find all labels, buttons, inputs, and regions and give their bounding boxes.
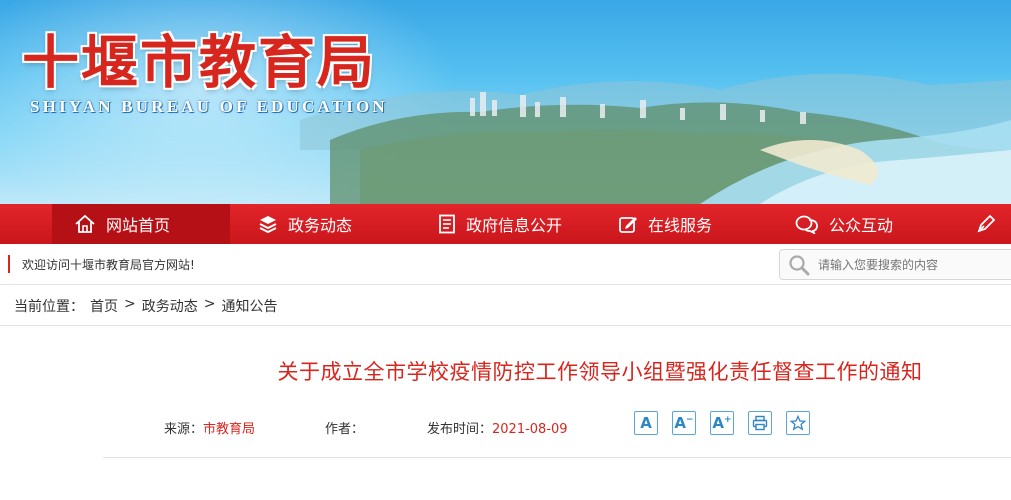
nav-item-news[interactable]: 政务动态: [258, 204, 352, 244]
date-label: 发布时间：: [427, 422, 493, 437]
favorite-button[interactable]: [786, 411, 810, 435]
article-toolbar: A A− A+: [634, 411, 810, 435]
breadcrumb-notice-link[interactable]: 通知公告: [221, 296, 277, 316]
source-label: 来源：: [164, 422, 204, 437]
nav-item-info-open[interactable]: 政府信息公开: [438, 204, 562, 244]
nav-item-label: 政务动态: [288, 216, 353, 235]
breadcrumb-separator: >: [203, 296, 216, 312]
layers-icon: [259, 216, 277, 234]
favorite-star-icon: [790, 415, 806, 431]
article-title: 关于成立全市学校疫情防控工作领导小组暨强化责任督查工作的通知: [277, 360, 923, 384]
nav-item-label: 公众互动: [829, 216, 894, 235]
author-label: 作者：: [325, 422, 365, 437]
nav-item-more[interactable]: [975, 204, 997, 244]
nav-item-label: 在线服务: [648, 216, 713, 235]
font-decrease-button[interactable]: A−: [672, 411, 696, 435]
nav-item-label: 网站首页: [106, 216, 171, 235]
search-box[interactable]: [779, 249, 1011, 280]
date-value: 2021-08-09: [492, 422, 568, 437]
nav-item-label: 政府信息公开: [466, 216, 563, 235]
article-date: 发布时间：2021-08-09: [427, 418, 568, 437]
edit-icon: [619, 217, 637, 233]
welcome-text: 欢迎访问十堰市教育局官方网站!: [22, 258, 195, 272]
font-normal-icon: A: [640, 414, 652, 432]
search-input[interactable]: [816, 256, 1000, 273]
search-icon[interactable]: [788, 254, 810, 276]
divider: [103, 457, 1011, 458]
font-normal-button[interactable]: A: [634, 411, 658, 435]
divider: [0, 325, 1011, 326]
pen-icon: [977, 214, 996, 233]
article-source: 来源：市教育局: [164, 418, 255, 437]
nav-item-public-interaction[interactable]: 公众互动: [795, 204, 893, 244]
source-value: 市教育局: [203, 422, 256, 437]
main-nav: 网站首页 政务动态 政府信息公开 在线服务 公众互动: [0, 204, 1011, 244]
breadcrumb-home-link[interactable]: 首页: [90, 296, 118, 316]
print-icon: [752, 415, 768, 431]
article-author: 作者：: [325, 418, 364, 437]
font-increase-icon: A+: [712, 414, 732, 432]
site-banner: 十堰市教育局 SHIYAN BUREAU OF EDUCATION: [0, 0, 1011, 204]
nav-item-online-service[interactable]: 在线服务: [618, 204, 712, 244]
welcome-marker: [8, 255, 10, 273]
breadcrumb-news-link[interactable]: 政务动态: [142, 296, 198, 316]
banner-subtitle: SHIYAN BUREAU OF EDUCATION: [30, 97, 388, 116]
font-decrease-icon: A−: [674, 414, 694, 432]
breadcrumb-label: 当前位置：: [14, 299, 84, 315]
breadcrumb-separator: >: [124, 296, 136, 312]
nav-item-home[interactable]: 网站首页: [52, 204, 230, 244]
font-increase-button[interactable]: A+: [710, 411, 734, 435]
home-icon: [75, 214, 95, 233]
chat-icon: [795, 215, 818, 234]
banner-title: 十堰市教育局: [22, 29, 376, 96]
document-icon: [439, 214, 455, 234]
print-button[interactable]: [748, 411, 772, 435]
breadcrumb: 当前位置： 首页 > 政务动态 > 通知公告: [14, 296, 277, 316]
